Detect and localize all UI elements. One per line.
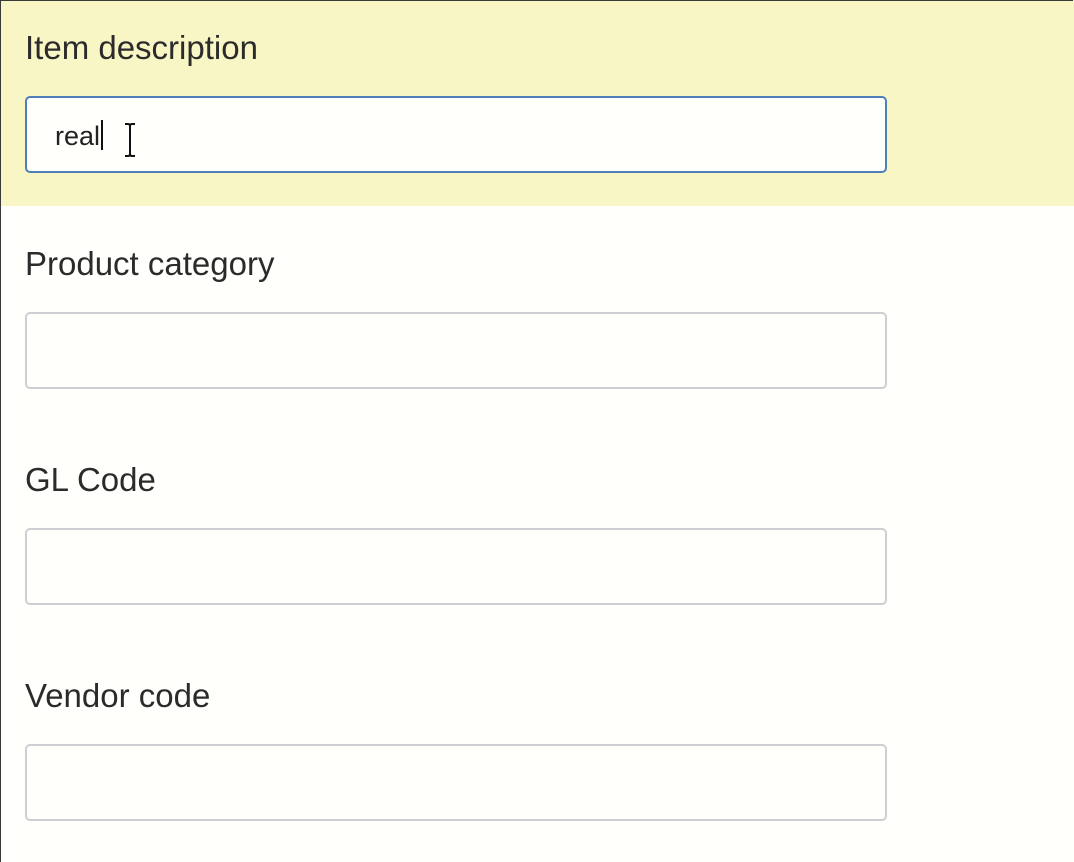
- field-group-item-description: Item description real: [1, 1, 1074, 206]
- product-category-label: Product category: [25, 245, 275, 282]
- field-group-gl-code: GL Code: [1, 422, 1074, 638]
- vendor-code-label: Vendor code: [25, 677, 211, 714]
- item-description-input[interactable]: real: [25, 96, 887, 173]
- gl-code-input[interactable]: [25, 528, 887, 605]
- product-category-input[interactable]: [25, 312, 887, 389]
- item-description-value: real: [55, 120, 104, 150]
- item-description-label: Item description: [25, 29, 258, 66]
- vendor-code-input[interactable]: [25, 744, 887, 821]
- field-group-product-category: Product category: [1, 206, 1074, 422]
- gl-code-label: GL Code: [25, 461, 156, 498]
- form-panel: Item description real Product category G…: [0, 0, 1074, 862]
- text-cursor-icon: [125, 122, 135, 158]
- field-group-vendor-code: Vendor code: [1, 638, 1074, 862]
- text-caret: [101, 120, 104, 150]
